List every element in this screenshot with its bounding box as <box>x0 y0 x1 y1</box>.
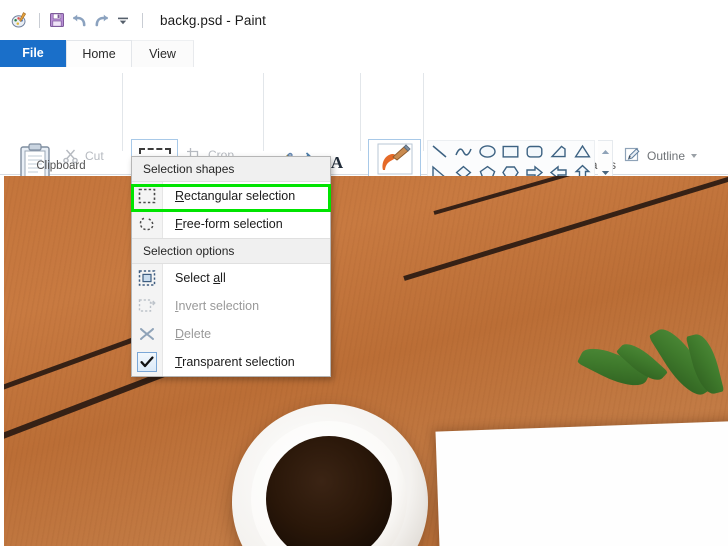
menu-item-select-all-label: Select all <box>175 271 226 285</box>
line-shape-button[interactable] <box>428 141 452 162</box>
group-label-clipboard: Clipboard <box>36 160 86 172</box>
menu-section-header-selection-options: Selection options <box>132 238 330 264</box>
menu-item-rectangular-selection-label: Rectangular selection <box>175 189 296 203</box>
menu-item-free-form-selection-label: Free-form selection <box>175 217 283 231</box>
tab-home[interactable]: Home <box>66 40 132 67</box>
titlebar-divider-2 <box>142 12 143 28</box>
ribbon-group-clipboard: Paste Cut <box>0 67 122 210</box>
paint-application-window: backg.psd - Paint File Home View Cut Cli… <box>0 0 728 546</box>
customize-qat-icon[interactable] <box>113 10 133 30</box>
right-triangle-shape-button[interactable] <box>547 141 571 162</box>
menu-item-invert-selection[interactable]: Invert selection <box>132 292 330 320</box>
outline-pencil-icon <box>624 147 640 162</box>
menu-item-delete-label: Delete <box>175 327 212 341</box>
menu-item-free-form-selection[interactable]: Free-form selection <box>132 210 330 238</box>
tab-view[interactable]: View <box>132 40 194 67</box>
checkmark-icon <box>132 348 162 376</box>
triangle-shape-button[interactable] <box>570 141 594 162</box>
svg-text:A: A <box>331 153 344 172</box>
menu-item-invert-selection-label: Invert selection <box>175 299 260 313</box>
menu-item-transparent-selection[interactable]: Transparent selection <box>132 348 330 376</box>
outline-button[interactable]: Outline <box>624 147 698 164</box>
rectangle-shape-button[interactable] <box>499 141 523 162</box>
tab-file[interactable]: File <box>0 40 66 67</box>
paintbrush-icon <box>377 143 412 175</box>
wood-plank-seam <box>403 176 728 281</box>
select-dropdown-menu: Selection shapes Rectangular selection F… <box>131 156 331 377</box>
outline-button-label: Outline <box>647 148 686 163</box>
save-icon[interactable] <box>47 10 67 30</box>
canvas-area[interactable]: 生活百科 www.bimeiz.com <box>0 176 728 546</box>
menu-item-rectangular-selection[interactable]: Rectangular selection <box>132 182 330 210</box>
canvas-image[interactable] <box>4 176 728 546</box>
titlebar-divider-1 <box>39 12 40 28</box>
menu-section-selection-options: Select all Invert selection Delete Trans… <box>132 264 330 376</box>
outline-dropdown-caret-icon[interactable] <box>691 153 698 158</box>
paper-sheet <box>435 420 728 546</box>
delete-x-icon <box>132 320 162 348</box>
window-title: backg.psd - Paint <box>160 12 267 28</box>
curve-shape-button[interactable] <box>452 141 476 162</box>
menu-item-transparent-selection-label: Transparent selection <box>175 355 295 369</box>
redo-icon[interactable] <box>91 10 111 30</box>
rounded-rectangle-shape-button[interactable] <box>523 141 547 162</box>
dashed-rectangle-icon <box>132 182 162 210</box>
freeform-lasso-icon <box>132 210 162 238</box>
ribbon: Paste Cut <box>0 67 728 214</box>
menu-item-delete[interactable]: Delete <box>132 320 330 348</box>
scroll-up-icon[interactable] <box>598 141 612 162</box>
ribbon-tab-strip: File Home View <box>0 40 728 67</box>
oval-shape-button[interactable] <box>475 141 499 162</box>
invert-selection-icon <box>132 292 162 320</box>
paint-palette-icon[interactable] <box>10 10 30 30</box>
menu-section-selection-shapes: Rectangular selection Free-form selectio… <box>132 182 330 238</box>
menu-item-select-all[interactable]: Select all <box>132 264 330 292</box>
undo-icon[interactable] <box>69 10 89 30</box>
menu-section-header-selection-shapes: Selection shapes <box>132 157 330 182</box>
select-all-icon <box>132 264 162 292</box>
title-bar: backg.psd - Paint <box>0 0 728 40</box>
